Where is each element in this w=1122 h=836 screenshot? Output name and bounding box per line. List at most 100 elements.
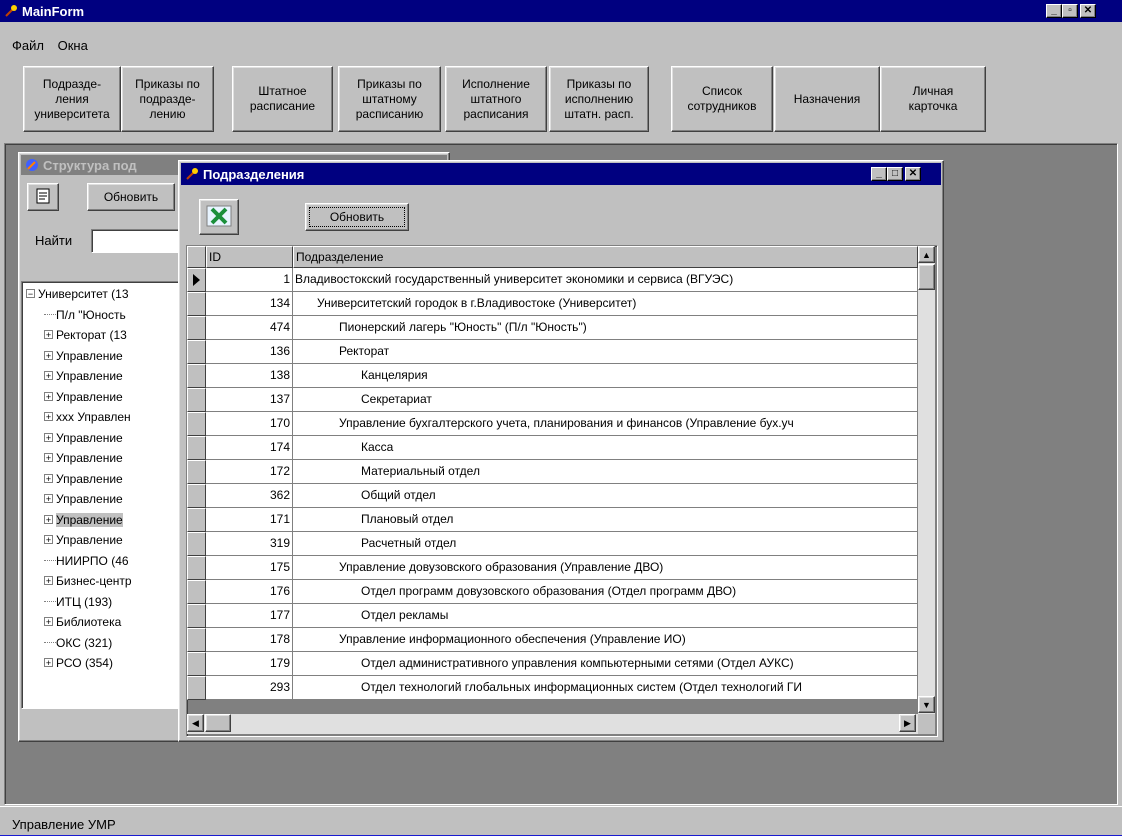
tree-node-label[interactable]: Бизнес-центр bbox=[56, 574, 132, 588]
dialog-minimize-button[interactable]: _ bbox=[871, 167, 887, 181]
row-indicator[interactable] bbox=[187, 580, 206, 604]
cell-name[interactable]: Пионерский лагерь "Юность" (П/л "Юность"… bbox=[293, 316, 918, 340]
cell-name[interactable]: Материальный отдел bbox=[293, 460, 918, 484]
dialog-maximize-button[interactable]: □ bbox=[887, 167, 903, 181]
row-indicator[interactable] bbox=[187, 292, 206, 316]
tree-node[interactable]: НИИРПО (46 bbox=[44, 553, 129, 569]
table-row[interactable]: 138 Канцелярия bbox=[187, 364, 918, 388]
row-indicator[interactable] bbox=[187, 652, 206, 676]
tree-node-label[interactable]: Управление bbox=[56, 512, 123, 527]
row-indicator[interactable] bbox=[187, 556, 206, 580]
toolbar-button-departments[interactable]: Подразде- ления университета bbox=[23, 66, 121, 132]
tree-node-label[interactable]: Управление bbox=[56, 349, 123, 363]
tree-node[interactable]: + Управление bbox=[44, 471, 123, 487]
hscroll-thumb[interactable] bbox=[205, 714, 231, 732]
table-row[interactable]: 319 Расчетный отдел bbox=[187, 532, 918, 556]
grid-hscrollbar[interactable]: ◀ ▶ bbox=[187, 714, 918, 734]
tree-node-label[interactable]: ОКС (321) bbox=[56, 636, 112, 650]
grid-header-id[interactable]: ID bbox=[206, 246, 293, 268]
row-indicator[interactable] bbox=[187, 460, 206, 484]
row-indicator[interactable] bbox=[187, 412, 206, 436]
row-indicator[interactable] bbox=[187, 388, 206, 412]
table-row[interactable]: 176 Отдел программ довузовского образован… bbox=[187, 580, 918, 604]
table-row[interactable]: 170 Управление бухгалтерского учета, план… bbox=[187, 412, 918, 436]
cell-name[interactable]: Университетский городок в г.Владивостоке… bbox=[293, 292, 918, 316]
tree-node[interactable]: + Бизнес-центр bbox=[44, 573, 132, 589]
expand-icon[interactable]: + bbox=[44, 371, 53, 381]
tree-node-label[interactable]: Ректорат (13 bbox=[56, 328, 127, 342]
scroll-left-button[interactable]: ◀ bbox=[187, 714, 204, 732]
tree-node[interactable]: + ххх Управлен bbox=[44, 409, 131, 425]
cell-id[interactable]: 474 bbox=[206, 316, 293, 340]
tree-node-label[interactable]: Управление bbox=[56, 492, 123, 506]
structure-tree[interactable]: − Университет (13 П/л "Юность + Ректорат (13… bbox=[21, 281, 189, 709]
cell-name[interactable]: Касса bbox=[293, 436, 918, 460]
tree-node[interactable]: + Управление bbox=[44, 450, 123, 466]
tree-node[interactable]: ИТЦ (193) bbox=[44, 594, 112, 610]
expand-icon[interactable]: + bbox=[44, 576, 53, 586]
cell-id[interactable]: 1 bbox=[206, 268, 293, 292]
expand-icon[interactable]: + bbox=[44, 391, 53, 401]
cell-id[interactable]: 137 bbox=[206, 388, 293, 412]
cell-id[interactable]: 170 bbox=[206, 412, 293, 436]
expand-icon[interactable]: + bbox=[44, 514, 53, 524]
row-indicator[interactable] bbox=[187, 484, 206, 508]
row-indicator[interactable] bbox=[187, 508, 206, 532]
row-indicator[interactable] bbox=[187, 676, 206, 700]
restore-button[interactable]: ▫ bbox=[1062, 4, 1078, 18]
table-row[interactable]: 136 Ректорат bbox=[187, 340, 918, 364]
tree-node-label[interactable]: Библиотека bbox=[56, 615, 121, 629]
cell-name[interactable]: Секретариат bbox=[293, 388, 918, 412]
cell-name[interactable]: Расчетный отдел bbox=[293, 532, 918, 556]
tree-node-label[interactable]: ххх Управлен bbox=[56, 410, 131, 424]
cell-id[interactable]: 176 bbox=[206, 580, 293, 604]
tree-node[interactable]: + Управление bbox=[44, 532, 123, 548]
tree-node[interactable]: + Управление bbox=[44, 389, 123, 405]
size-grip[interactable] bbox=[918, 714, 935, 734]
table-row[interactable]: 1 Владивостокский государственный универс… bbox=[187, 268, 918, 292]
tree-node-label[interactable]: Управление bbox=[56, 369, 123, 383]
toolbar-button-staffing[interactable]: Штатное расписание bbox=[232, 66, 333, 132]
cell-name[interactable]: Общий отдел bbox=[293, 484, 918, 508]
expand-icon[interactable]: + bbox=[44, 658, 53, 668]
toolbar-button-personal-card[interactable]: Личная карточка bbox=[880, 66, 986, 132]
cell-id[interactable]: 138 bbox=[206, 364, 293, 388]
cell-name[interactable]: Плановый отдел bbox=[293, 508, 918, 532]
menu-windows[interactable]: Окна bbox=[58, 38, 88, 53]
cell-name[interactable]: Управление информационного обеспечения (… bbox=[293, 628, 918, 652]
cell-id[interactable]: 293 bbox=[206, 676, 293, 700]
table-row[interactable]: 175 Управление довузовского образования (… bbox=[187, 556, 918, 580]
tree-node[interactable]: П/л "Юность bbox=[44, 307, 126, 323]
menu-file[interactable]: Файл bbox=[12, 38, 44, 53]
tree-node[interactable]: ОКС (321) bbox=[44, 635, 112, 651]
cell-name[interactable]: Отдел программ довузовского образования … bbox=[293, 580, 918, 604]
cell-id[interactable]: 362 bbox=[206, 484, 293, 508]
tree-node-label[interactable]: Управление bbox=[56, 431, 123, 445]
expand-icon[interactable]: + bbox=[44, 330, 53, 340]
scroll-down-button[interactable]: ▼ bbox=[918, 696, 935, 713]
toolbar-button-appointments[interactable]: Назначения bbox=[774, 66, 880, 132]
table-row[interactable]: 172 Материальный отдел bbox=[187, 460, 918, 484]
cell-id[interactable]: 319 bbox=[206, 532, 293, 556]
grid-vscrollbar[interactable]: ▲ ▼ bbox=[918, 246, 935, 714]
current-row-indicator[interactable] bbox=[187, 268, 206, 292]
scroll-up-button[interactable]: ▲ bbox=[918, 246, 935, 263]
row-indicator[interactable] bbox=[187, 316, 206, 340]
table-row[interactable]: 179 Отдел административного управления ко… bbox=[187, 652, 918, 676]
cell-id[interactable]: 175 bbox=[206, 556, 293, 580]
row-indicator[interactable] bbox=[187, 364, 206, 388]
tree-node[interactable]: + РСО (354) bbox=[44, 655, 113, 671]
tree-node[interactable]: + Управление bbox=[44, 491, 123, 507]
expand-icon[interactable]: + bbox=[44, 412, 53, 422]
cell-id[interactable]: 177 bbox=[206, 604, 293, 628]
cell-name[interactable]: Владивостокский государственный универси… bbox=[293, 268, 918, 292]
cell-id[interactable]: 174 bbox=[206, 436, 293, 460]
expand-icon[interactable]: + bbox=[44, 535, 53, 545]
cell-id[interactable]: 172 bbox=[206, 460, 293, 484]
table-row[interactable]: 362 Общий отдел bbox=[187, 484, 918, 508]
cell-name[interactable]: Ректорат bbox=[293, 340, 918, 364]
expand-icon[interactable]: + bbox=[44, 432, 53, 442]
grid-header-name[interactable]: Подразделение bbox=[293, 246, 918, 268]
departments-grid[interactable]: ID Подразделение 1 Владивостокский госуда… bbox=[186, 245, 938, 737]
find-input[interactable] bbox=[91, 229, 191, 253]
